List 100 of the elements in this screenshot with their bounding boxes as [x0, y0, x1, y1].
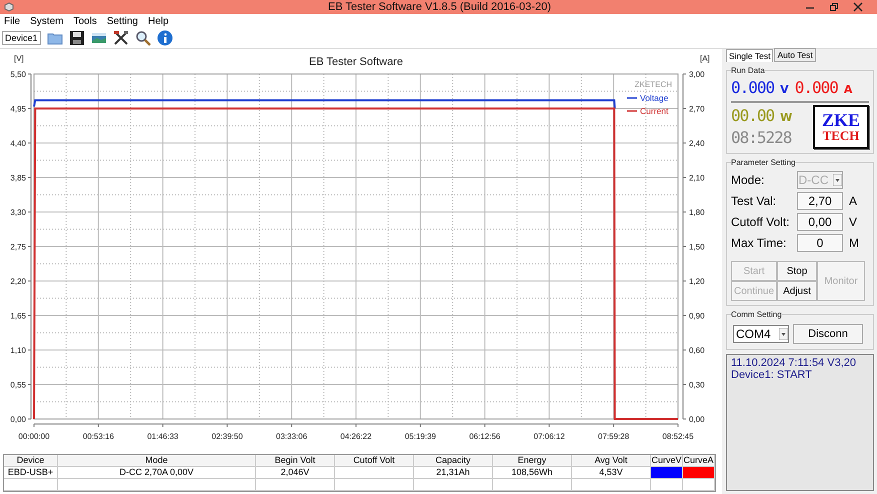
unit-label: M — [848, 236, 860, 250]
tick-label: 3,85 — [10, 174, 26, 182]
brand-logo: ZKE TECH — [813, 105, 869, 149]
current-reading: 0.000 — [794, 77, 838, 99]
group-title: Parameter Setting — [731, 158, 796, 167]
field-label: Mode: — [731, 172, 766, 186]
table-cell: 4,53V — [572, 467, 651, 479]
tick-label: 00:53:16 — [82, 432, 114, 441]
column-header: Cutoff Volt — [335, 455, 414, 467]
input-field[interactable]: 2,70 — [797, 192, 843, 210]
window-title: EB Tester Software V1.8.5 (Build 2016-03-20) — [327, 1, 552, 13]
column-header: CurveA — [683, 455, 715, 467]
menu-item[interactable]: Setting — [106, 16, 138, 26]
tick-label: 2,10 — [689, 174, 705, 182]
tick-label: 0,00 — [689, 415, 705, 424]
tick-label: 0,00 — [10, 415, 26, 424]
tools-icon[interactable] — [112, 30, 129, 46]
tab[interactable]: Single Test — [726, 49, 774, 62]
table-cell: 2,046V — [256, 467, 335, 479]
tick-label: 1,50 — [689, 242, 705, 252]
tick-label: 07:06:12 — [534, 432, 565, 441]
tick-label: 0,60 — [689, 346, 705, 355]
dropdown-caret-icon — [779, 328, 788, 340]
save-icon[interactable] — [68, 30, 85, 46]
tick-label: 1,10 — [10, 346, 26, 355]
tick-label: 4,40 — [10, 139, 26, 148]
dropdown-caret-icon — [832, 174, 842, 186]
info-icon[interactable] — [156, 30, 173, 46]
axis-label: [V] — [14, 54, 24, 63]
tick-label: 2,20 — [10, 277, 26, 286]
tick-label: 2,75 — [10, 242, 26, 252]
tick-label: 08:52:45 — [662, 432, 694, 441]
device-tab[interactable]: Device1 — [2, 31, 41, 45]
menu-item[interactable]: Tools — [73, 16, 97, 26]
table-cell: 21,31Ah — [414, 467, 493, 479]
unit-label: V — [780, 83, 789, 96]
unit-label: A — [848, 194, 858, 208]
tick-label: 1,80 — [689, 208, 705, 217]
field-label: Max Time: — [731, 236, 788, 250]
disconnect-button[interactable]: Disconn — [793, 324, 863, 344]
tick-label: 2,40 — [689, 139, 705, 148]
field-label: Cutoff Volt: — [731, 214, 790, 228]
tab[interactable]: Auto Test — [774, 48, 816, 62]
column-header: Energy — [493, 455, 572, 467]
log-line: Device1: START — [731, 369, 813, 381]
tick-label: 05:19:39 — [404, 432, 436, 441]
tick-label: 5,50 — [10, 70, 26, 79]
time-reading: 08:5228 — [731, 127, 792, 149]
input-field[interactable]: 0 — [797, 234, 843, 252]
table-cell: 108,56Wh — [493, 467, 572, 479]
unit-label: W — [780, 111, 792, 124]
menu-item[interactable]: File — [4, 16, 20, 26]
column-header: Avg Volt — [572, 455, 651, 467]
search-icon[interactable] — [134, 30, 151, 46]
group-title: Run Data — [731, 66, 765, 75]
tick-label: 0,55 — [10, 380, 26, 390]
tick-label: 3,00 — [689, 70, 705, 79]
power-reading: 00.00 — [731, 105, 774, 127]
field-label: Test Val: — [731, 194, 778, 208]
voltage-reading: 0.000 — [731, 77, 774, 99]
tick-label: 2,70 — [689, 104, 705, 114]
log-line: 11.10.2024 7:11:54 V3,20 — [731, 357, 857, 369]
table-cell: EBD-USB+ — [4, 467, 58, 479]
chart-brand: ZKETECH — [634, 80, 672, 89]
close-icon[interactable] — [853, 2, 863, 12]
axis-label: [A] — [700, 54, 710, 63]
tick-label: 03:33:06 — [276, 432, 308, 441]
tick-label: 07:59:28 — [598, 432, 630, 441]
image-icon[interactable] — [90, 30, 107, 46]
column-header: CurveV — [651, 455, 683, 467]
legend-label: Current — [640, 106, 668, 116]
legend-label: Voltage — [640, 93, 668, 103]
tick-label: 3,30 — [10, 208, 26, 217]
app-icon — [4, 2, 14, 12]
action-button[interactable]: Adjust — [777, 281, 817, 301]
tick-label: 0,90 — [689, 312, 705, 320]
action-button[interactable]: Stop — [777, 261, 817, 281]
tick-label: 1,65 — [10, 312, 26, 320]
tick-label: 02:39:50 — [212, 432, 243, 441]
menu-item[interactable]: System — [30, 16, 64, 26]
tick-label: 1,20 — [689, 277, 705, 286]
tick-label: 06:12:56 — [469, 432, 500, 441]
menu-item[interactable]: Help — [148, 16, 169, 26]
unit-label: A — [844, 83, 852, 96]
maximize-icon[interactable] — [829, 2, 839, 12]
input-field[interactable]: 0,00 — [797, 212, 843, 230]
port-select[interactable]: COM4 — [733, 325, 789, 343]
column-header: Device — [4, 455, 58, 467]
tick-label: 04:26:22 — [340, 432, 372, 441]
tick-label: 01:46:33 — [147, 432, 178, 441]
group-title: Comm Setting — [731, 310, 782, 319]
tick-label: 00:00:00 — [18, 432, 50, 441]
chart-title: EB Tester Software — [309, 56, 403, 68]
tick-label: 4,95 — [10, 104, 26, 114]
column-header: Mode — [58, 455, 256, 467]
tick-label: 0,30 — [689, 380, 705, 390]
table-cell: D-CC 2,70A 0,00V — [58, 467, 256, 479]
column-header: Begin Volt — [256, 455, 335, 467]
column-header: Capacity — [414, 455, 493, 467]
unit-label: V — [848, 214, 858, 228]
